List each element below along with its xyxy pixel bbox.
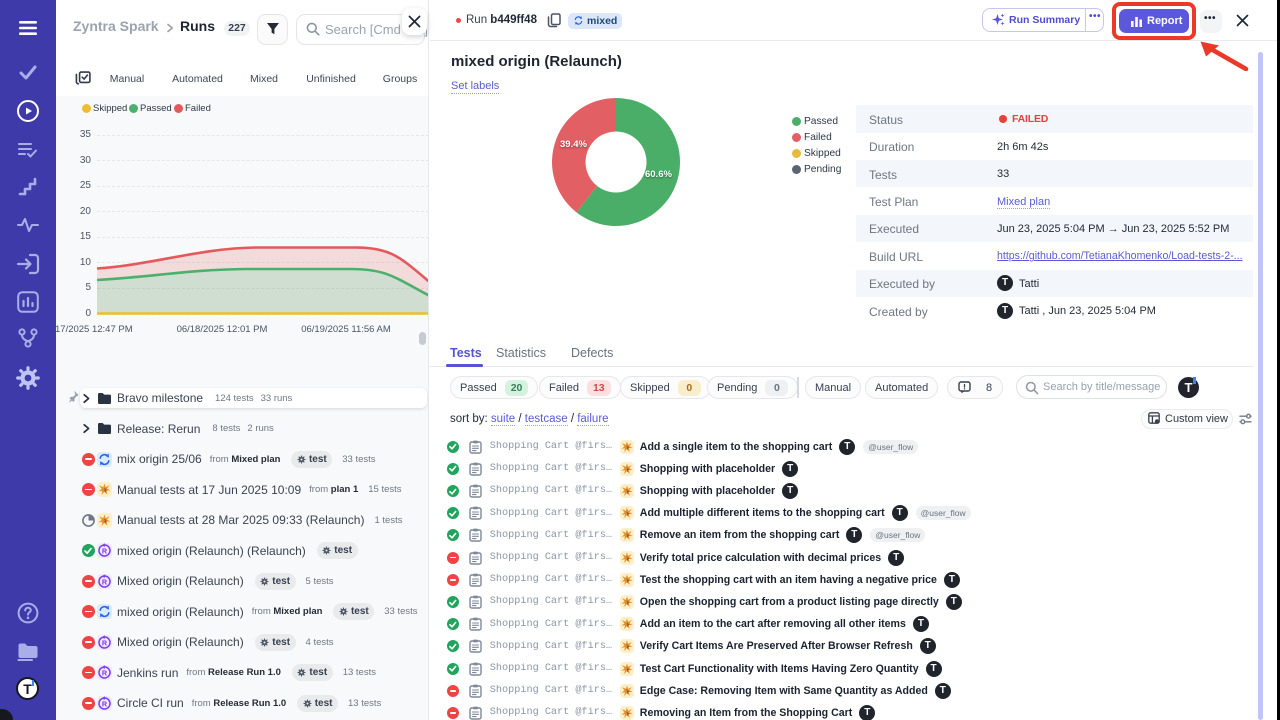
- svg-text:R: R: [102, 699, 108, 708]
- svg-text:R: R: [102, 546, 108, 555]
- svg-text:R: R: [102, 577, 108, 586]
- svg-text:R: R: [102, 638, 108, 647]
- svg-text:R: R: [102, 668, 108, 677]
